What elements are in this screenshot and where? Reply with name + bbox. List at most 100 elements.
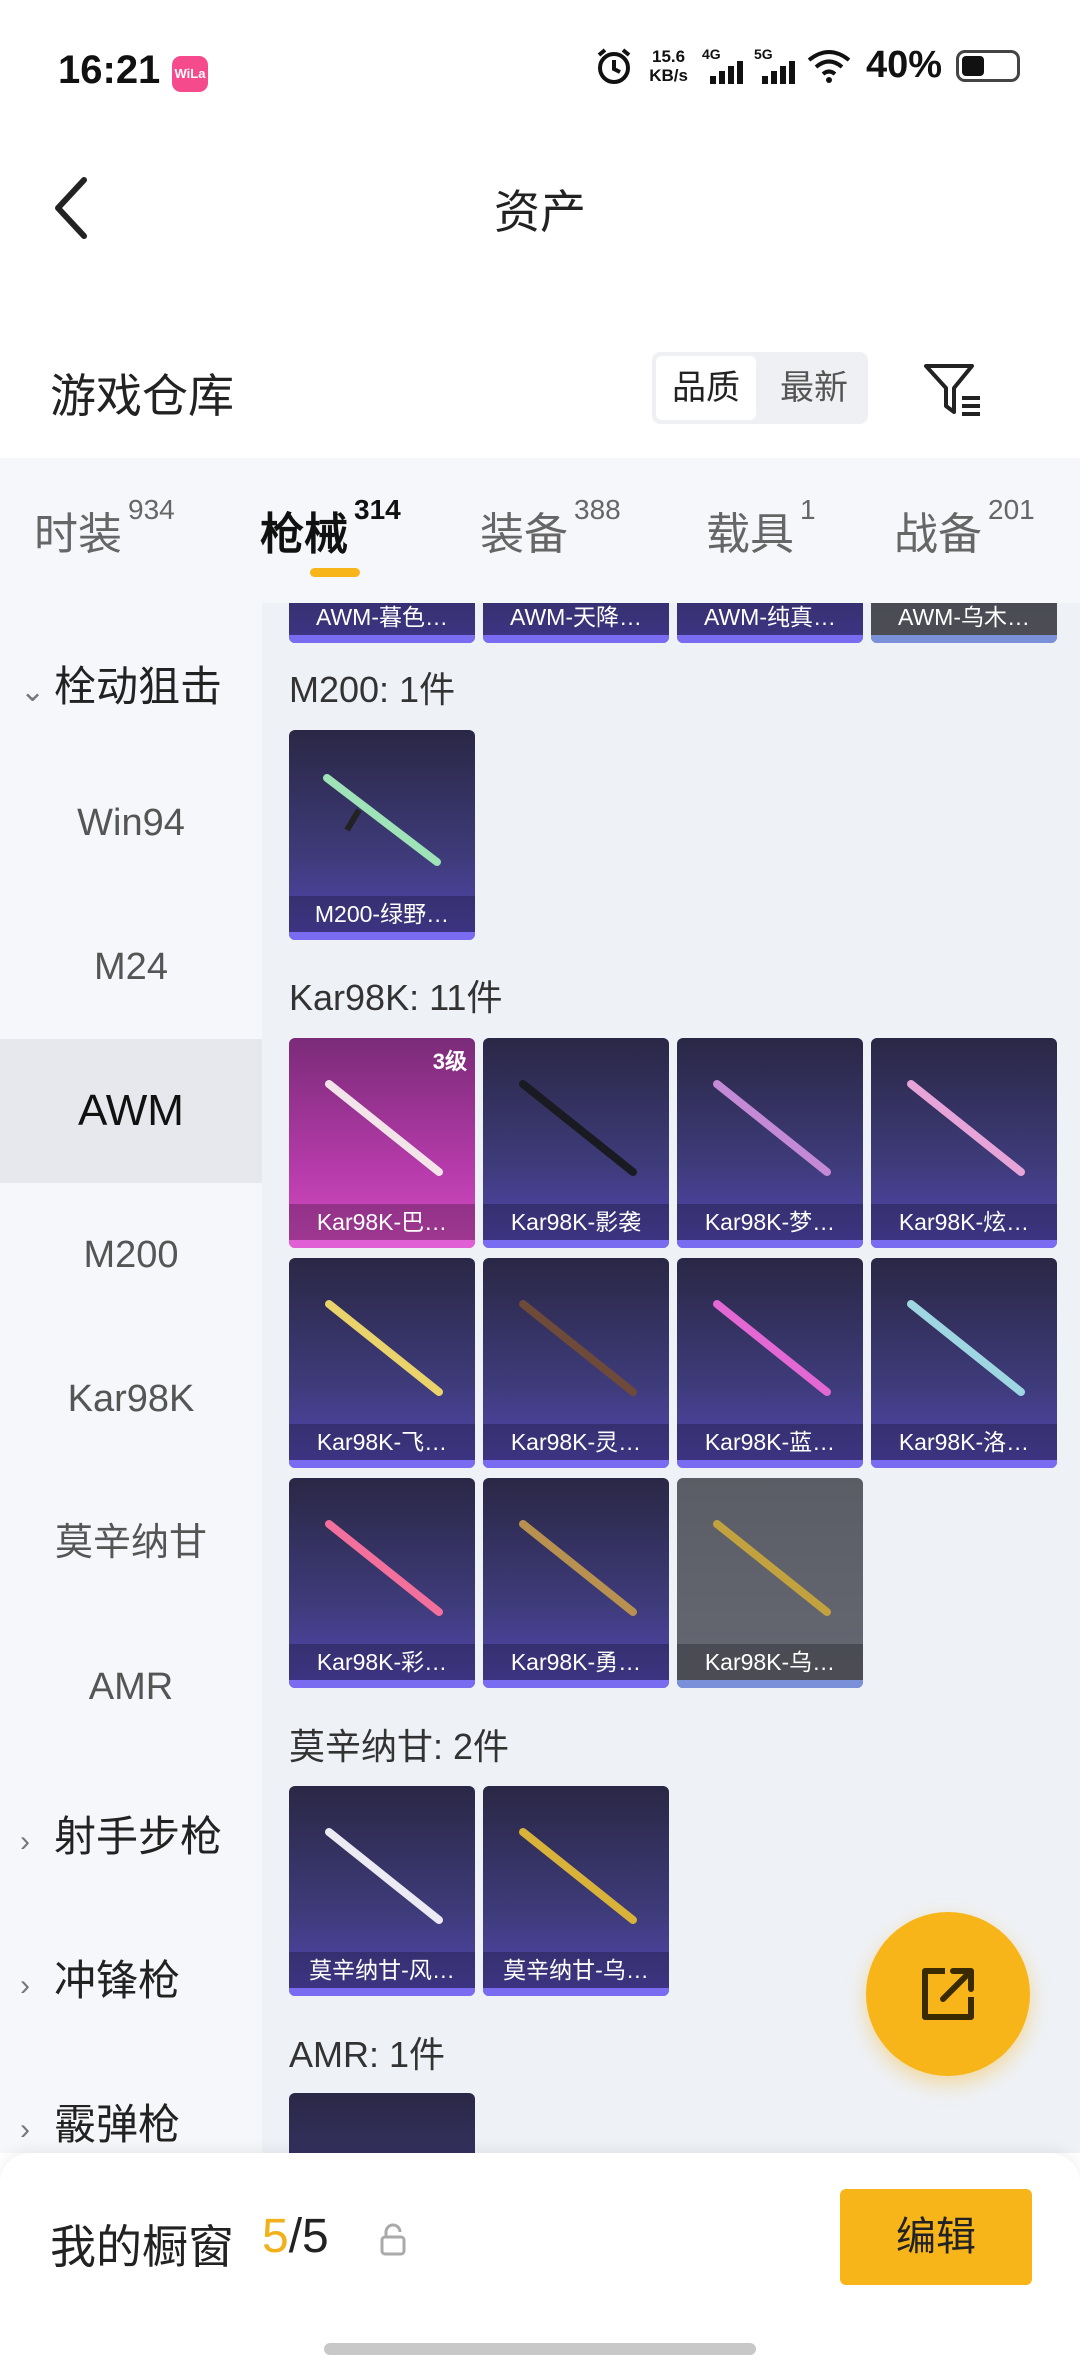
group-label: 霰弹枪 [54,2101,181,2148]
tab-count: 934 [128,494,175,525]
network-speed: 15.6 KB/s [649,47,688,85]
weapon-card[interactable]: Kar98K-彩… [289,1478,475,1688]
weapon-card[interactable]: 3级 Kar98K-巴… [289,1038,475,1248]
net1-label: 4G [701,45,721,62]
sidebar-item-m24[interactable]: M24 [0,895,262,1039]
weapon-name: 莫辛纳甘-风… [289,1952,475,1988]
battery-icon [956,49,1020,82]
group-label-kar98k: Kar98K: 11件 [289,977,503,1018]
weapon-card[interactable]: 莫辛纳甘-乌… [483,1786,669,1996]
weapon-name: Kar98K-巴… [289,1204,475,1240]
weapon-name: Kar98K-勇… [483,1644,669,1680]
rifle-icon [907,1300,1025,1396]
app-notification-icon: WiLa [172,56,208,92]
sidebar-group-dmr[interactable]: › 射手步枪 [20,1803,222,1864]
chevron-right-icon: › [20,1825,30,1858]
weapon-card[interactable]: AWM-天降… [483,603,669,643]
lock-icon [380,2223,406,2256]
rifle-icon [323,774,441,866]
weapon-name: Kar98K-彩… [289,1644,475,1680]
rifle-icon [713,1300,831,1396]
weapon-card[interactable]: AWM-暮色… [289,603,475,643]
share-external-icon [922,1968,974,2020]
weapon-card[interactable]: AWM-乌木… [871,603,1057,643]
active-tab-indicator [310,568,360,577]
sidebar-item-kar98k[interactable]: Kar98K [0,1327,262,1471]
rifle-icon [325,1080,443,1176]
weapon-card[interactable]: Kar98K-乌… [677,1478,863,1688]
sidebar-group-smg[interactable]: › 冲锋枪 [20,1947,180,2008]
weapon-card[interactable]: Kar98K-蓝… [677,1258,863,1468]
chevron-down-icon: ⌄ [20,675,46,708]
weapon-category-sidebar: ⌄ 栓动狙击 Win94 M24 AWM M200 Kar98K 莫辛纳甘 AMR… [0,603,262,2153]
weapon-card[interactable]: Kar98K-梦… [677,1038,863,1248]
showcase-total: 5 [302,2210,329,2263]
tab-supplies[interactable]: 战备201 [894,494,1035,562]
rifle-icon [325,1828,443,1924]
showcase-current: 5 [262,2210,289,2263]
weapon-card[interactable]: M200-绿野… [289,730,475,940]
status-bar: 16:21 WiLa 15.6 KB/s 4G 5G 40% [0,0,1080,140]
group-label-m200: M200: 1件 [289,669,456,710]
weapon-name: AWM-纯真… [677,603,863,635]
sidebar-group-bolt-action[interactable]: ⌄ 栓动狙击 [20,653,222,714]
tab-label: 装备 [480,510,568,559]
signal-4g-icon: 4G [701,45,743,86]
tab-equipment[interactable]: 装备388 [480,494,621,562]
group-label: 射手步枪 [54,1813,223,1860]
tab-count: 388 [574,494,621,525]
weapon-name: Kar98K-蓝… [677,1424,863,1460]
weapon-name: Kar98K-乌… [677,1644,863,1680]
tab-count: 201 [988,494,1035,525]
sidebar-item-win94[interactable]: Win94 [0,751,262,895]
rifle-icon [713,1080,831,1176]
weapon-card[interactable]: Kar98K-灵… [483,1258,669,1468]
sidebar-group-shotgun[interactable]: › 霰弹枪 [20,2091,180,2152]
wifi-icon [807,49,851,83]
rifle-icon [519,1828,637,1924]
weapon-card[interactable]: 莫辛纳甘-风… [289,1786,475,1996]
tab-firearms[interactable]: 枪械314 [260,494,401,562]
tab-fashion[interactable]: 时装934 [34,494,175,562]
weapon-name: Kar98K-影袭 [483,1204,669,1240]
share-button[interactable] [866,1912,1030,2076]
tab-label: 时装 [34,510,122,559]
page-title: 资产 [494,186,586,238]
sidebar-item-amr[interactable]: AMR [0,1615,262,1759]
sort-quality-button[interactable]: 品质 [656,356,756,420]
weapon-name: M200-绿野… [289,896,475,932]
alarm-icon [597,47,631,84]
weapon-card[interactable] [289,2093,475,2153]
weapon-card[interactable]: AWM-纯真… [677,603,863,643]
weapon-name: AWM-暮色… [289,603,475,635]
weapon-card[interactable]: Kar98K-影袭 [483,1038,669,1248]
sort-newest-button[interactable]: 最新 [764,356,864,420]
section-header: 游戏仓库 品质 最新 [0,330,1080,450]
nav-bar: 资产 [0,140,1080,270]
weapon-name: Kar98K-洛… [871,1424,1057,1460]
weapon-name: Kar98K-灵… [483,1424,669,1460]
showcase-title: 我的橱窗 [50,2221,234,2273]
tab-count: 1 [800,494,816,525]
edit-button[interactable]: 编辑 [840,2189,1032,2285]
weapon-card[interactable]: Kar98K-勇… [483,1478,669,1688]
weapon-card[interactable]: Kar98K-炫… [871,1038,1057,1248]
net2-label: 5G [753,45,773,62]
rifle-icon [519,1080,637,1176]
tab-label: 枪械 [260,510,348,559]
rifle-icon [907,1080,1025,1176]
weapon-name: 莫辛纳甘-乌… [483,1952,669,1988]
sidebar-item-m200[interactable]: M200 [0,1183,262,1327]
sidebar-item-awm[interactable]: AWM [0,1039,262,1183]
sort-toggle: 品质 最新 [652,352,868,424]
section-title: 游戏仓库 [50,370,234,422]
weapon-name: AWM-天降… [483,603,669,635]
weapon-card[interactable]: Kar98K-洛… [871,1258,1057,1468]
sidebar-item-mosin[interactable]: 莫辛纳甘 [0,1471,262,1615]
status-right: 15.6 KB/s 4G 5G 40% [593,44,1020,87]
tab-vehicles[interactable]: 载具1 [706,494,816,562]
weapon-card[interactable]: Kar98K-飞… [289,1258,475,1468]
showcase-bar: 我的橱窗 5/5 编辑 [0,2153,1080,2375]
filter-icon[interactable] [920,358,984,422]
tab-label: 战备 [894,510,982,559]
